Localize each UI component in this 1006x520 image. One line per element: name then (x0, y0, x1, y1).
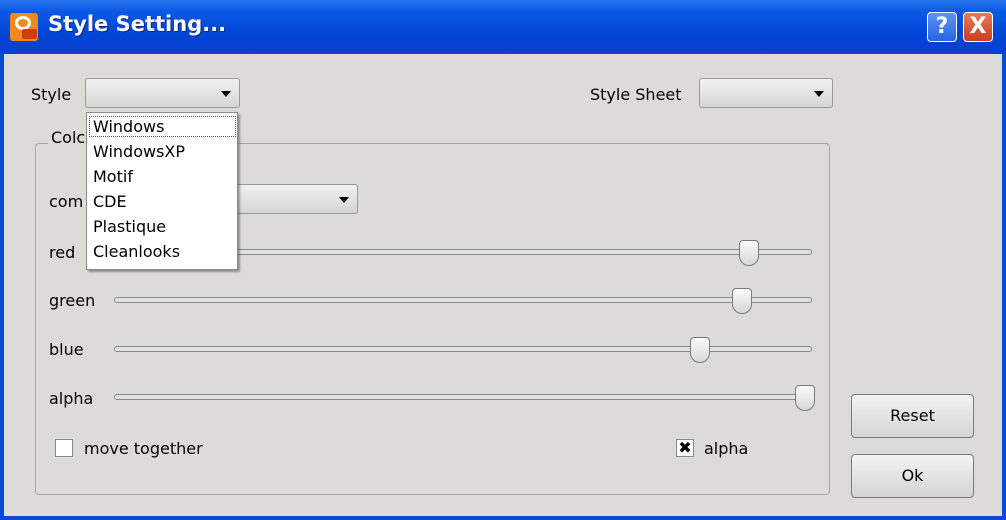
alpha-label: alpha (49, 389, 94, 408)
app-icon (10, 13, 38, 41)
dropdown-option[interactable]: Motif (93, 167, 133, 186)
chevron-down-icon[interactable] (806, 79, 832, 107)
slider-track[interactable] (114, 297, 812, 303)
checkbox-icon: ✖ (678, 438, 692, 457)
style-dropdown-list[interactable]: Windows WindowsXP Motif CDE Plastique Cl… (86, 112, 238, 270)
dropdown-option[interactable]: WindowsXP (93, 142, 185, 161)
component-label: com (49, 192, 84, 211)
blue-slider[interactable] (114, 337, 812, 363)
chevron-down-icon[interactable] (331, 185, 357, 213)
reset-button[interactable]: Reset (851, 394, 974, 438)
slider-handle[interactable] (732, 288, 753, 314)
move-together-checkbox[interactable] (55, 439, 73, 457)
alpha-slider[interactable] (114, 385, 816, 411)
dialog-window: Style Setting... ? X Style Style Sheet C… (0, 0, 1006, 520)
color-group-title: Colc (48, 128, 89, 147)
chevron-down-icon[interactable] (213, 79, 239, 107)
green-label: green (49, 291, 96, 310)
dialog-client: Style Style Sheet Colc com red green blu… (4, 54, 1002, 516)
green-slider[interactable] (114, 288, 812, 314)
dropdown-option[interactable]: CDE (93, 192, 127, 211)
component-combo[interactable] (228, 184, 358, 214)
stylesheet-label: Style Sheet (590, 85, 682, 104)
dropdown-option[interactable]: Cleanlooks (93, 242, 180, 261)
blue-label: blue (49, 340, 84, 359)
help-icon: ? (935, 14, 949, 39)
window-title: Style Setting... (48, 12, 227, 36)
ok-button[interactable]: Ok (851, 454, 974, 498)
help-button[interactable]: ? (927, 12, 957, 42)
slider-handle[interactable] (795, 385, 816, 411)
move-together-label[interactable]: move together (84, 439, 203, 458)
alpha-checkbox[interactable]: ✖ (676, 439, 694, 457)
close-icon: X (969, 14, 987, 39)
slider-handle[interactable] (690, 337, 711, 363)
red-label: red (49, 243, 76, 262)
dropdown-option[interactable]: Plastique (93, 217, 166, 236)
close-button[interactable]: X (963, 12, 993, 42)
slider-handle[interactable] (739, 240, 760, 266)
slider-track[interactable] (114, 394, 812, 400)
style-combo[interactable] (85, 78, 240, 108)
style-label: Style (31, 85, 72, 104)
title-bar[interactable]: Style Setting... ? X (0, 0, 1006, 54)
dropdown-option[interactable]: Windows (89, 116, 236, 137)
stylesheet-combo[interactable] (699, 78, 833, 108)
alpha-checkbox-label[interactable]: alpha (704, 439, 748, 458)
